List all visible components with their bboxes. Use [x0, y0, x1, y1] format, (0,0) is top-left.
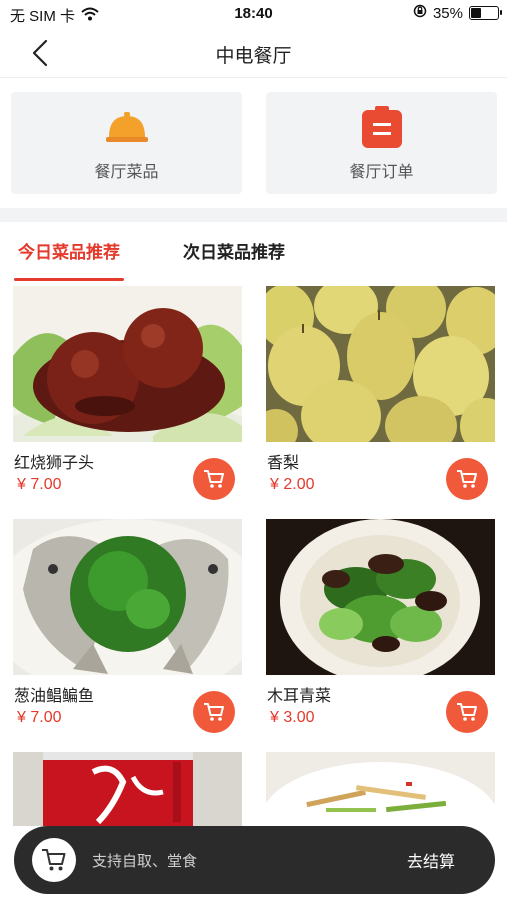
bottom-checkout-bar: 支持自取、堂食 去结算	[14, 826, 495, 894]
status-right: 35%	[413, 4, 502, 22]
status-bar: 无 SIM 卡 18:40 35%	[0, 0, 507, 28]
battery-fill	[471, 8, 481, 18]
menu-card-orders-label: 餐厅订单	[349, 164, 414, 181]
cart-icon	[457, 703, 477, 721]
add-to-cart-button[interactable]	[193, 458, 235, 500]
quick-menu: 餐厅菜品 餐厅订单	[0, 78, 507, 208]
cart-icon	[204, 703, 224, 721]
menu-card-orders[interactable]: 餐厅订单	[266, 92, 497, 194]
cart-icon	[457, 470, 477, 488]
dish-card[interactable]	[266, 752, 495, 826]
tab-tomorrow[interactable]: 次日菜品推荐	[183, 238, 285, 263]
battery-icon	[469, 6, 502, 20]
menu-card-dishes[interactable]: 餐厅菜品	[11, 92, 242, 194]
active-tab-underline	[14, 278, 124, 281]
dish-card[interactable]	[13, 752, 242, 826]
dish-card[interactable]: 香梨 ¥ 2.00	[266, 286, 495, 500]
pickup-info-text: 支持自取、堂食	[92, 853, 198, 870]
dish-image-cola	[13, 752, 242, 826]
cart-icon	[42, 849, 66, 871]
page-title: 中电餐厅	[215, 46, 292, 67]
dish-image-greens	[266, 519, 495, 675]
dish-card[interactable]: 葱油鲳鳊鱼 ¥ 7.00	[13, 519, 242, 733]
clipboard-icon	[266, 106, 497, 148]
add-to-cart-button[interactable]	[446, 691, 488, 733]
add-to-cart-button[interactable]	[446, 458, 488, 500]
tab-today[interactable]: 今日菜品推荐	[18, 238, 120, 263]
dish-price: ¥ 3.00	[270, 709, 315, 726]
dish-card[interactable]: 木耳青菜 ¥ 3.00	[266, 519, 495, 733]
battery-percent: 35%	[432, 4, 463, 22]
dish-image-pears	[266, 286, 495, 442]
dish-image-fish	[13, 519, 242, 675]
cart-button[interactable]	[32, 838, 76, 882]
dish-name: 木耳青菜	[267, 688, 332, 705]
cart-icon	[204, 470, 224, 488]
dish-image-meatballs	[13, 286, 242, 442]
dish-name: 葱油鲳鳊鱼	[14, 688, 95, 705]
checkout-button[interactable]: 去结算	[407, 848, 455, 872]
add-to-cart-button[interactable]	[193, 691, 235, 733]
dish-name: 香梨	[267, 455, 300, 472]
cloche-icon	[11, 106, 242, 146]
dish-price: ¥ 2.00	[270, 476, 315, 493]
orientation-lock-icon	[413, 4, 427, 22]
dish-image-stirfry	[266, 752, 495, 826]
dish-price: ¥ 7.00	[17, 476, 62, 493]
recommendation-tabs: 今日菜品推荐 次日菜品推荐	[0, 222, 507, 284]
nav-bar: 中电餐厅	[0, 28, 507, 78]
dish-price: ¥ 7.00	[17, 709, 62, 726]
section-divider	[0, 208, 507, 222]
dish-name: 红烧狮子头	[14, 455, 95, 472]
menu-card-dishes-label: 餐厅菜品	[94, 164, 159, 181]
dish-card[interactable]: 红烧狮子头 ¥ 7.00	[13, 286, 242, 500]
